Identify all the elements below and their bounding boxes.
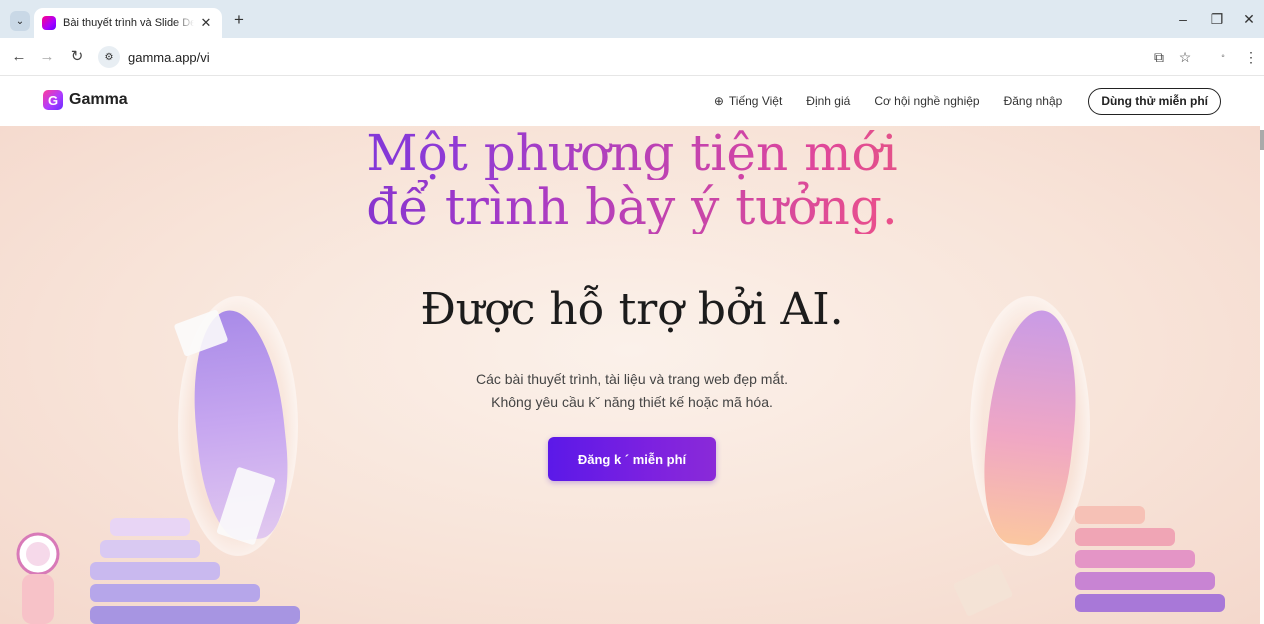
bookmark-star-icon[interactable]: ☆ [1174,46,1196,68]
browser-tab[interactable]: Bài thuyết trình và Slide Decks ✕ [34,8,222,38]
try-free-button[interactable]: Dùng thử miễn phí [1088,87,1221,115]
tab-title: Bài thuyết trình và Slide Decks [63,17,194,29]
description-line-2: Không yêu cầu kˇ năng thiết kế hoặc mã h… [491,394,773,410]
nav-careers[interactable]: Cơ hội nghề nghiệp [874,94,979,108]
browser-toolbar: ← → ↻ ⚙ gamma.app/vi ⧉ ☆ ◦ ⋮ [0,38,1264,76]
close-tab-icon[interactable]: ✕ [198,15,214,31]
nav-pricing[interactable]: Định giá [806,94,850,108]
gamma-favicon-icon [42,16,56,30]
globe-icon: ⊕ [713,94,724,108]
reload-icon[interactable]: ↻ [66,46,88,68]
nav-login[interactable]: Đăng nhập [1004,94,1063,108]
description-line-1: Các bài thuyết trình, tài liệu và trang … [475,371,789,387]
menu-kebab-icon[interactable]: ⋮ [1240,46,1262,68]
restore-icon[interactable]: ❐ [1202,8,1232,30]
tab-search-icon[interactable]: ⌄ [10,11,30,31]
site-header: G Gamma ⊕ Tiếng Việt Định giá Cơ hội ngh… [0,76,1264,126]
floating-paper [952,563,1014,617]
language-label: Tiếng Việt [728,94,783,108]
left-stairs-illustration [90,518,340,624]
logo-text: Gamma [69,91,128,108]
close-window-icon[interactable]: ✕ [1234,8,1264,30]
language-selector[interactable]: ⊕ Tiếng Việt [714,94,782,108]
browser-tabstrip: ⌄ Bài thuyết trình và Slide Decks ✕ + – … [0,0,1264,38]
address-bar[interactable]: ⚙ gamma.app/vi [98,43,1198,71]
forward-icon[interactable]: → [36,46,58,68]
install-app-icon[interactable]: ⧉ [1148,46,1170,68]
back-icon[interactable]: ← [8,46,30,68]
astronaut-illustration [16,532,60,624]
headline-line-1: Một phương tiện mới [0,126,1264,180]
profile-icon[interactable]: ◦ [1212,46,1234,68]
site-info-icon[interactable]: ⚙ [98,46,120,68]
headline-line-2: để trình bày ý tưởng. [0,180,1264,234]
url-text: gamma.app/vi [128,49,210,65]
hero-headline: Một phương tiện mới để trình bày ý tưởng… [0,126,1264,234]
main-nav: ⊕ Tiếng Việt Định giá Cơ hội nghề nghiệp… [690,87,1221,115]
right-stairs-illustration [1015,506,1225,624]
new-tab-icon[interactable]: + [229,10,249,30]
gamma-logo[interactable]: G Gamma [43,90,128,110]
gamma-logo-icon: G [43,90,63,110]
hero-description: Các bài thuyết trình, tài liệu và trang … [0,368,1264,414]
hero-subheadline: Được hỗ trợ bởi AI. [420,284,844,335]
signup-free-button[interactable]: Đăng k ´ miễn phí [548,437,716,481]
minimize-icon[interactable]: – [1168,8,1198,30]
